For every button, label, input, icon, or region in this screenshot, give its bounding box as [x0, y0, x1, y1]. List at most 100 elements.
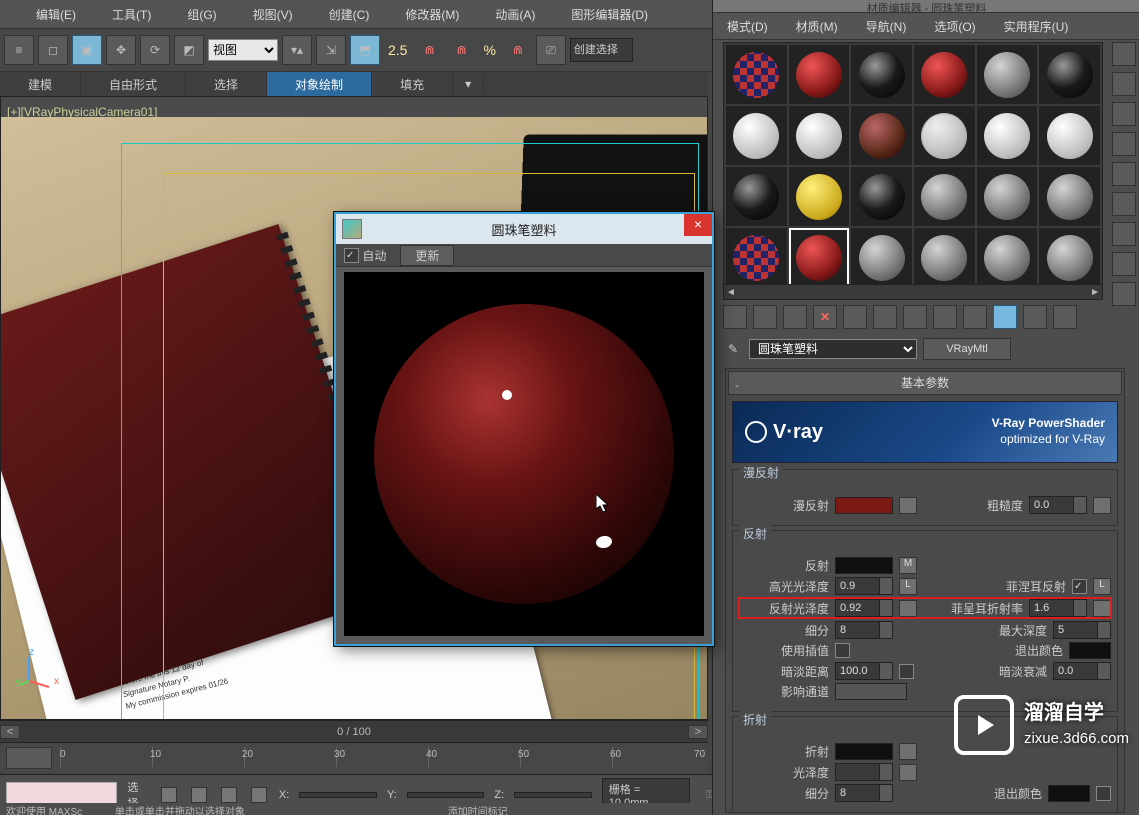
put-to-scene-icon[interactable]	[753, 305, 777, 329]
sample-uv-icon[interactable]	[1112, 132, 1136, 156]
sample-19[interactable]	[726, 228, 787, 287]
go-parent-icon[interactable]	[1023, 305, 1047, 329]
reset-map-icon[interactable]: ✕	[813, 305, 837, 329]
y-field[interactable]	[407, 792, 485, 798]
sample-3[interactable]	[851, 45, 912, 104]
material-name-dropdown[interactable]: 圆珠笔塑料	[749, 339, 917, 359]
diffuse-map-slot[interactable]	[899, 497, 917, 514]
sample-scroll[interactable]: ◄►	[723, 284, 1103, 300]
x-field[interactable]	[299, 792, 377, 798]
show-end-result-icon[interactable]	[993, 305, 1017, 329]
assign-to-sel-icon[interactable]	[783, 305, 807, 329]
select-by-mat-icon[interactable]	[1112, 252, 1136, 276]
viewport-label[interactable]: [+][VRayPhysicalCamera01]	[7, 105, 157, 119]
rollout-area[interactable]: -基本参数 V·ray V-Ray PowerShaderoptimized f…	[725, 368, 1125, 813]
sample-11[interactable]	[977, 106, 1038, 165]
sample-1[interactable]	[726, 45, 787, 104]
z-field[interactable]	[514, 792, 592, 798]
snap-toggle-icon[interactable]: ⇲	[316, 35, 346, 65]
reflect-map-slot[interactable]: M	[899, 557, 917, 574]
sel-key-icon[interactable]	[191, 787, 207, 803]
tab-populate[interactable]: 填充	[372, 72, 453, 97]
menu-tools[interactable]: 工具(T)	[112, 6, 151, 23]
dialog-titlebar[interactable]: 圆珠笔塑料 ×	[336, 214, 712, 244]
mtl-map-nav-icon[interactable]	[1112, 282, 1136, 306]
make-unique-icon[interactable]	[873, 305, 897, 329]
update-button[interactable]: 更新	[400, 245, 454, 266]
magnet1-icon[interactable]: ⋒	[415, 36, 443, 64]
select-all-icon[interactable]: ≡	[4, 35, 34, 65]
sel-lock-icon[interactable]	[161, 787, 177, 803]
menu-modifiers[interactable]: 修改器(M)	[405, 6, 459, 23]
angle-snap-icon[interactable]: ⬒	[350, 35, 380, 65]
sample-5[interactable]	[977, 45, 1038, 104]
exit-color-swatch[interactable]	[1069, 642, 1111, 659]
backlight-icon[interactable]	[1112, 72, 1136, 96]
menu-group[interactable]: 组(G)	[187, 6, 216, 23]
close-icon[interactable]: ×	[684, 214, 712, 236]
track-next-icon[interactable]: >	[688, 725, 708, 739]
put-to-lib-icon[interactable]	[903, 305, 927, 329]
ref-coord-dropdown[interactable]: 视图	[208, 39, 278, 61]
me-menu-util[interactable]: 实用程序(U)	[1004, 18, 1069, 35]
me-menu-options[interactable]: 选项(O)	[934, 18, 975, 35]
refract-exit-color-checkbox[interactable]	[1096, 786, 1111, 801]
preview-icon[interactable]	[1112, 192, 1136, 216]
reflect-color-swatch[interactable]	[835, 557, 893, 574]
make-copy-icon[interactable]	[843, 305, 867, 329]
background-icon[interactable]	[1112, 102, 1136, 126]
sample-7[interactable]	[726, 106, 787, 165]
sample-23[interactable]	[977, 228, 1038, 287]
rotate-icon[interactable]: ⟳	[140, 35, 170, 65]
me-menu-mode[interactable]: 模式(D)	[727, 18, 768, 35]
refract-color-swatch[interactable]	[835, 743, 893, 760]
sample-20-selected[interactable]	[789, 228, 850, 287]
show-map-icon[interactable]	[963, 305, 987, 329]
create-sel-field[interactable]: 创建选择	[570, 38, 633, 62]
sel-iso-icon[interactable]	[251, 787, 267, 803]
sample-17[interactable]	[977, 167, 1038, 226]
reflect-subdiv-spinner[interactable]: 8	[835, 621, 893, 639]
use-interp-checkbox[interactable]	[835, 643, 850, 658]
sample-type-icon[interactable]	[1112, 42, 1136, 66]
roughness-map-slot[interactable]	[1093, 497, 1111, 514]
pivot-icon[interactable]: ▾▴	[282, 35, 312, 65]
fresnel-checkbox[interactable]	[1072, 579, 1087, 594]
tab-freeform[interactable]: 自由形式	[81, 72, 186, 97]
fresnel-ior-map-slot[interactable]	[1093, 600, 1111, 617]
trackbar[interactable]: < 0 / 100 >	[0, 720, 708, 743]
sel-lock2-icon[interactable]	[221, 787, 237, 803]
sample-21[interactable]	[851, 228, 912, 287]
reflect-gloss-spinner[interactable]: 0.92	[835, 599, 893, 617]
auto-checkbox[interactable]: 自动	[344, 247, 386, 264]
sample-15[interactable]	[851, 167, 912, 226]
tab-selection[interactable]: 选择	[186, 72, 267, 97]
tab-modeling[interactable]: 建模	[0, 72, 81, 97]
menu-graph-editors[interactable]: 图形编辑器(D)	[571, 6, 648, 23]
mat-id-icon[interactable]	[933, 305, 957, 329]
menu-edit[interactable]: 编辑(E)	[36, 6, 76, 23]
add-time-tag[interactable]: 添加时间标记	[448, 807, 508, 815]
sample-14[interactable]	[789, 167, 850, 226]
named-sel-icon[interactable]: ⎚	[536, 35, 566, 65]
sample-18[interactable]	[1039, 167, 1100, 226]
refract-gloss-map-slot[interactable]	[899, 764, 917, 781]
pick-material-icon[interactable]: ✎	[723, 339, 743, 359]
menu-animation[interactable]: 动画(A)	[495, 6, 535, 23]
track-prev-icon[interactable]: <	[0, 725, 20, 739]
dim-distance-checkbox[interactable]	[899, 664, 914, 679]
hilight-L-slot[interactable]: L	[899, 578, 917, 595]
refract-map-slot[interactable]	[899, 743, 917, 760]
select-rect-icon[interactable]: ◻	[38, 35, 68, 65]
menu-view[interactable]: 视图(V)	[253, 6, 293, 23]
move-icon[interactable]: ✥	[106, 35, 136, 65]
me-menu-nav[interactable]: 导航(N)	[866, 18, 907, 35]
sample-13[interactable]	[726, 167, 787, 226]
refract-subdiv-spinner[interactable]: 8	[835, 784, 893, 802]
timeline-config-icon[interactable]	[6, 747, 52, 769]
hilight-gloss-spinner[interactable]: 0.9	[835, 577, 893, 595]
reflect-gloss-map-slot[interactable]	[899, 600, 917, 617]
go-forward-icon[interactable]	[1053, 305, 1077, 329]
select-object-icon[interactable]: ▣	[72, 35, 102, 65]
options-icon[interactable]	[1112, 222, 1136, 246]
